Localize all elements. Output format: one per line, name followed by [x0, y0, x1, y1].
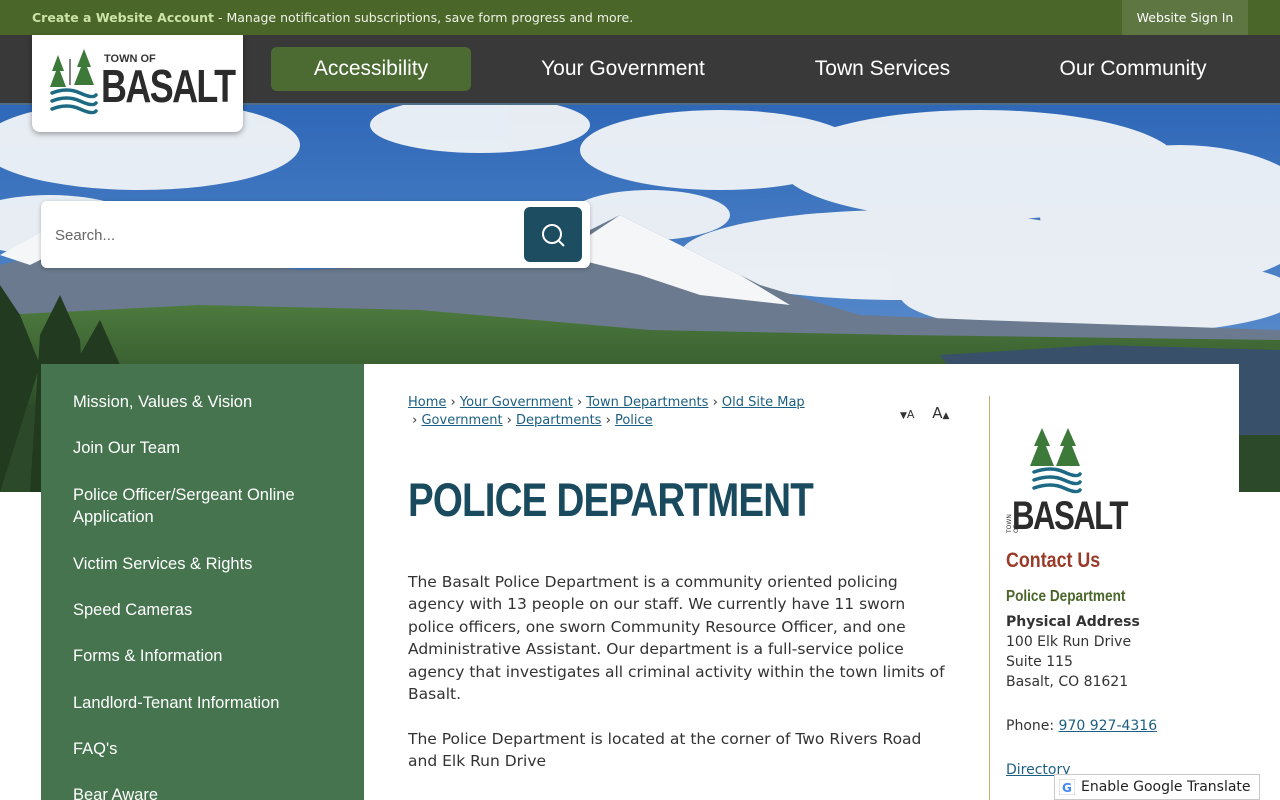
breadcrumb-your-government[interactable]: Your Government [460, 395, 573, 410]
town-logo[interactable]: TOWN OF BASALT [32, 35, 243, 132]
contact-logo-name: BASALT [1012, 494, 1128, 538]
sidebar-item-mission[interactable]: Mission, Values & Vision [73, 391, 343, 413]
breadcrumb-town-departments[interactable]: Town Departments [586, 395, 708, 410]
search-button[interactable] [524, 207, 582, 262]
intro-paragraph: The Basalt Police Department is a commun… [408, 573, 945, 704]
breadcrumb-police[interactable]: Police [615, 413, 653, 428]
nav-your-government[interactable]: Your Government [513, 47, 733, 91]
phone-label: Phone: [1006, 718, 1059, 734]
phone-link[interactable]: 970 927-4316 [1059, 718, 1158, 734]
address-line-3: Basalt, CO 81621 [1006, 674, 1129, 690]
nav-town-services[interactable]: Town Services [785, 47, 980, 91]
google-translate-icon: G [1059, 779, 1075, 795]
contact-title: Contact Us [1006, 549, 1101, 572]
address-line-1: 100 Elk Run Drive [1006, 634, 1132, 650]
sign-in-button[interactable]: Website Sign In [1122, 0, 1248, 35]
sidebar-nav: Mission, Values & Vision Join Our Team P… [41, 364, 364, 800]
decrease-font-button[interactable]: ▼A [900, 406, 914, 422]
phone-line: Phone: 970 927-4316 [1006, 718, 1157, 734]
svg-text:G: G [1062, 781, 1072, 795]
logo-name: BASALT [101, 60, 236, 112]
search-input[interactable] [55, 215, 515, 255]
nav-our-community[interactable]: Our Community [1028, 47, 1238, 91]
breadcrumb-old-site-map[interactable]: Old Site Map [722, 395, 805, 410]
location-paragraph: The Police Department is located at the … [408, 730, 922, 771]
account-description: - Manage notification subscriptions, sav… [214, 10, 634, 25]
nav-accessibility[interactable]: Accessibility [271, 47, 471, 91]
search-icon [542, 223, 565, 247]
sidebar-item-forms[interactable]: Forms & Information [73, 645, 343, 667]
translate-label: Enable Google Translate [1081, 779, 1251, 795]
contact-logo: TOWN OF BASALT [1006, 428, 1128, 538]
sidebar-item-bear-aware[interactable]: Bear Aware [73, 784, 343, 800]
address-line-2: Suite 115 [1006, 654, 1073, 670]
sidebar-item-landlord-tenant[interactable]: Landlord-Tenant Information [73, 692, 343, 714]
sidebar-item-join-our-team[interactable]: Join Our Team [73, 437, 343, 459]
sidebar-item-victim-services[interactable]: Victim Services & Rights [73, 553, 343, 575]
breadcrumb-government[interactable]: Government [421, 413, 502, 428]
utility-bar: Create a Website Account - Manage notifi… [0, 0, 1280, 35]
increase-font-button[interactable]: A▲ [932, 404, 949, 422]
sidebar-item-speed-cameras[interactable]: Speed Cameras [73, 599, 343, 621]
sidebar-item-faqs[interactable]: FAQ's [73, 738, 343, 760]
google-translate-button[interactable]: G Enable Google Translate [1054, 774, 1260, 800]
account-notice: Create a Website Account - Manage notifi… [32, 10, 633, 25]
address-label: Physical Address [1006, 614, 1140, 630]
sidebar-item-online-application[interactable]: Police Officer/Sergeant Online Applicati… [73, 484, 343, 528]
page-title: POLICE DEPARTMENT [408, 473, 814, 526]
column-divider [989, 396, 990, 800]
breadcrumb: Home › Your Government › Town Department… [408, 395, 805, 428]
breadcrumb-departments[interactable]: Departments [516, 413, 601, 428]
site-search [41, 201, 590, 268]
main-content: Home › Your Government › Town Department… [364, 364, 1239, 800]
create-account-link[interactable]: Create a Website Account [32, 10, 214, 25]
breadcrumb-home[interactable]: Home [408, 395, 446, 410]
contact-department[interactable]: Police Department [1006, 588, 1125, 606]
font-size-controls: ▼A A▲ [900, 404, 949, 422]
